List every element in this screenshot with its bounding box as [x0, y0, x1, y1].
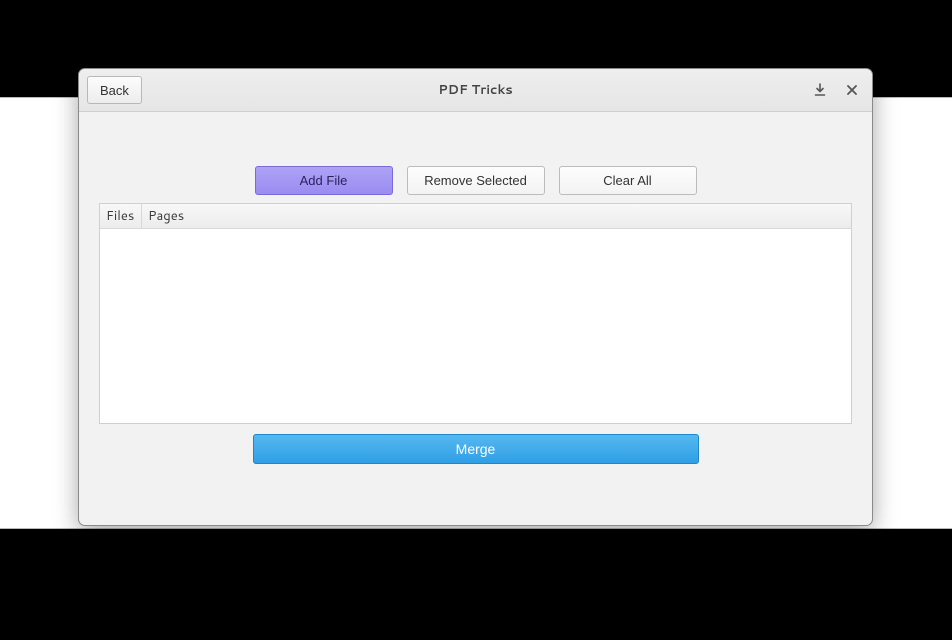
content-area: Add File Remove Selected Clear All Files…: [79, 112, 872, 525]
header-bar: Back PDF Tricks: [79, 69, 872, 112]
spacer: [79, 112, 872, 166]
window-title: PDF Tricks: [79, 81, 872, 99]
action-bar: Merge: [79, 424, 872, 464]
file-list: Files Pages: [99, 203, 852, 424]
file-list-body[interactable]: [100, 229, 851, 423]
file-toolbar: Add File Remove Selected Clear All: [79, 166, 872, 203]
header-left-group: Back: [87, 76, 142, 104]
app-window: Back PDF Tricks: [78, 68, 873, 526]
file-list-header: Files Pages: [100, 204, 851, 229]
close-button[interactable]: [840, 78, 864, 102]
back-button[interactable]: Back: [87, 76, 142, 104]
close-icon: [846, 84, 858, 96]
merge-button[interactable]: Merge: [253, 434, 699, 464]
header-right-group: [808, 78, 864, 102]
add-file-button[interactable]: Add File: [255, 166, 393, 195]
clear-all-button[interactable]: Clear All: [559, 166, 697, 195]
column-header-pages[interactable]: Pages: [142, 204, 851, 228]
download-button[interactable]: [808, 78, 832, 102]
download-icon: [813, 83, 827, 97]
column-header-files[interactable]: Files: [100, 204, 142, 228]
remove-selected-button[interactable]: Remove Selected: [407, 166, 545, 195]
